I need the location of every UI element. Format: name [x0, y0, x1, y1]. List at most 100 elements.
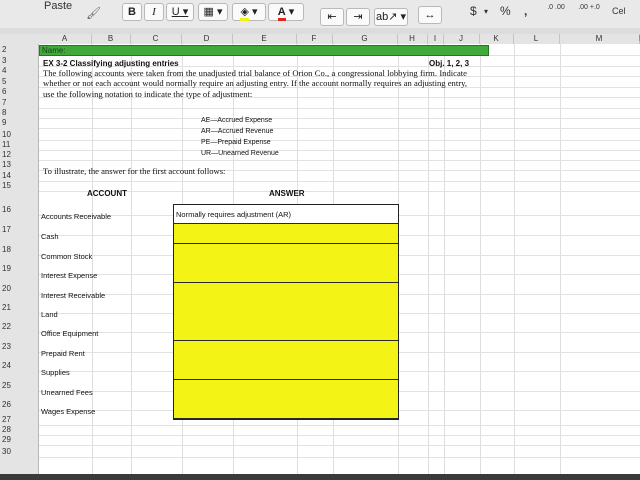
column-header-l[interactable]: L: [513, 34, 560, 44]
row-header-19[interactable]: 19: [0, 264, 38, 273]
row-header-13[interactable]: 13: [0, 160, 38, 169]
underline-button[interactable]: U ▾: [166, 3, 194, 21]
row-header-28[interactable]: 28: [0, 425, 38, 434]
row-header-25[interactable]: 25: [0, 381, 38, 390]
sheet-bottom-edge: [0, 474, 640, 480]
increase-indent-button[interactable]: ⇥: [346, 8, 370, 26]
grid-hline: [39, 108, 640, 109]
font-color-label: A: [277, 6, 286, 21]
worksheet-grid[interactable]: Name: EX 3-2 Classifying adjusting entri…: [39, 44, 640, 474]
text-orientation-icon: ab↗: [375, 11, 398, 23]
column-header-k[interactable]: K: [479, 34, 514, 44]
column-header-b[interactable]: B: [91, 34, 131, 44]
orientation-button[interactable]: ab↗ ▾: [374, 8, 408, 26]
column-header-e[interactable]: E: [232, 34, 297, 44]
code-ar: AR—Accrued Revenue: [201, 128, 274, 135]
row-header-22[interactable]: 22: [0, 322, 38, 331]
objective-label: Obj. 1, 2, 3: [429, 59, 470, 68]
chevron-down-icon[interactable]: ▾: [484, 7, 488, 16]
row-header-20[interactable]: 20: [0, 284, 38, 293]
answer-cell[interactable]: [174, 282, 398, 303]
row-header-8[interactable]: 8: [0, 108, 38, 117]
column-header-h[interactable]: H: [397, 34, 428, 44]
percent-button[interactable]: %: [500, 4, 511, 18]
row-header-16[interactable]: 16: [0, 205, 38, 214]
column-header-m[interactable]: M: [559, 34, 640, 44]
cell-styles-button[interactable]: Cel: [612, 6, 626, 16]
borders-button[interactable]: ▦ ▾: [198, 3, 228, 21]
currency-button[interactable]: $: [470, 4, 477, 18]
row-header-9[interactable]: 9: [0, 118, 38, 127]
answer-cell[interactable]: [174, 360, 398, 381]
column-header-a[interactable]: A: [38, 34, 92, 44]
answer-cell[interactable]: [174, 379, 398, 400]
row-header-23[interactable]: 23: [0, 342, 38, 351]
row-header-29[interactable]: 29: [0, 435, 38, 444]
account-label: Wages Expense: [41, 407, 96, 416]
increase-decimal-button[interactable]: .0 .00: [545, 4, 567, 11]
comma-style-button[interactable]: ,: [524, 4, 527, 18]
code-pe: PE—Prepaid Expense: [201, 139, 271, 146]
grid-hline: [39, 160, 640, 161]
grid-hline: [39, 150, 640, 151]
grid-hline: [39, 445, 640, 446]
row-header-5[interactable]: 5: [0, 77, 38, 86]
answer-cell[interactable]: [174, 263, 398, 284]
row-header-21[interactable]: 21: [0, 303, 38, 312]
grid-hline: [39, 181, 640, 182]
column-header-g[interactable]: G: [332, 34, 398, 44]
font-color-button[interactable]: A ▾: [268, 3, 304, 21]
row-header-11[interactable]: 11: [0, 140, 38, 149]
column-header-d[interactable]: D: [181, 34, 233, 44]
answer-cell[interactable]: [174, 224, 398, 245]
fill-color-button[interactable]: ◈ ▾: [232, 3, 266, 21]
row-header-10[interactable]: 10: [0, 130, 38, 139]
answer-cell-first[interactable]: Normally requires adjustment (AR): [174, 205, 398, 224]
row-header-4[interactable]: 4: [0, 66, 38, 75]
row-header-15[interactable]: 15: [0, 181, 38, 190]
answer-cell[interactable]: [174, 399, 398, 419]
row-header-7[interactable]: 7: [0, 98, 38, 107]
row-header-6[interactable]: 6: [0, 87, 38, 96]
bold-button[interactable]: B: [122, 3, 142, 21]
answer-cell[interactable]: [174, 321, 398, 342]
name-row[interactable]: Name:: [39, 45, 489, 56]
merge-icon: ↔: [424, 9, 436, 21]
grid-hline: [39, 191, 640, 192]
answer-cell[interactable]: [174, 243, 398, 264]
instructions-paragraph: The following accounts were taken from t…: [43, 68, 467, 99]
row-header-27[interactable]: 27: [0, 415, 38, 424]
row-header-2[interactable]: 2: [0, 45, 38, 54]
row-header-17[interactable]: 17: [0, 225, 38, 234]
decrease-decimal-button[interactable]: .00 +.0: [578, 4, 600, 11]
paste-label[interactable]: Paste: [44, 0, 72, 12]
row-header-3[interactable]: 3: [0, 56, 38, 65]
column-header-f[interactable]: F: [296, 34, 333, 44]
merge-button[interactable]: ↔: [418, 6, 442, 24]
answer-cell[interactable]: [174, 340, 398, 361]
account-label: Office Equipment: [41, 329, 99, 338]
answer-cell[interactable]: [174, 302, 398, 322]
grid-hline: [39, 140, 640, 141]
row-header-30[interactable]: 30: [0, 447, 38, 456]
account-label: Land: [41, 310, 58, 319]
italic-button[interactable]: I: [144, 3, 164, 21]
row-header-bar: 2 3 4 5 6 7 8 9 10 11 12 13 14 15 16 17 18 19 20 21 22 23 24 25…: [0, 44, 39, 474]
row-header-14[interactable]: 14: [0, 171, 38, 180]
row-header-26[interactable]: 26: [0, 400, 38, 409]
format-painter-icon[interactable]: 🖌: [86, 6, 101, 20]
underline-label: U: [171, 6, 180, 18]
column-header-c[interactable]: C: [130, 34, 182, 44]
illustration-text: To illustrate, the answer for the first …: [43, 166, 226, 176]
row-header-12[interactable]: 12: [0, 150, 38, 159]
increase-indent-icon: ⇥: [353, 11, 363, 23]
decrease-indent-button[interactable]: ⇤: [320, 8, 344, 26]
decrease-indent-icon: ⇤: [327, 11, 337, 23]
account-label: Supplies: [41, 368, 70, 377]
column-header-j[interactable]: J: [443, 34, 480, 44]
column-header-i[interactable]: I: [427, 34, 444, 44]
grid-hline: [39, 435, 640, 436]
row-header-18[interactable]: 18: [0, 245, 38, 254]
row-header-24[interactable]: 24: [0, 361, 38, 370]
account-label: Interest Receivable: [41, 291, 106, 300]
